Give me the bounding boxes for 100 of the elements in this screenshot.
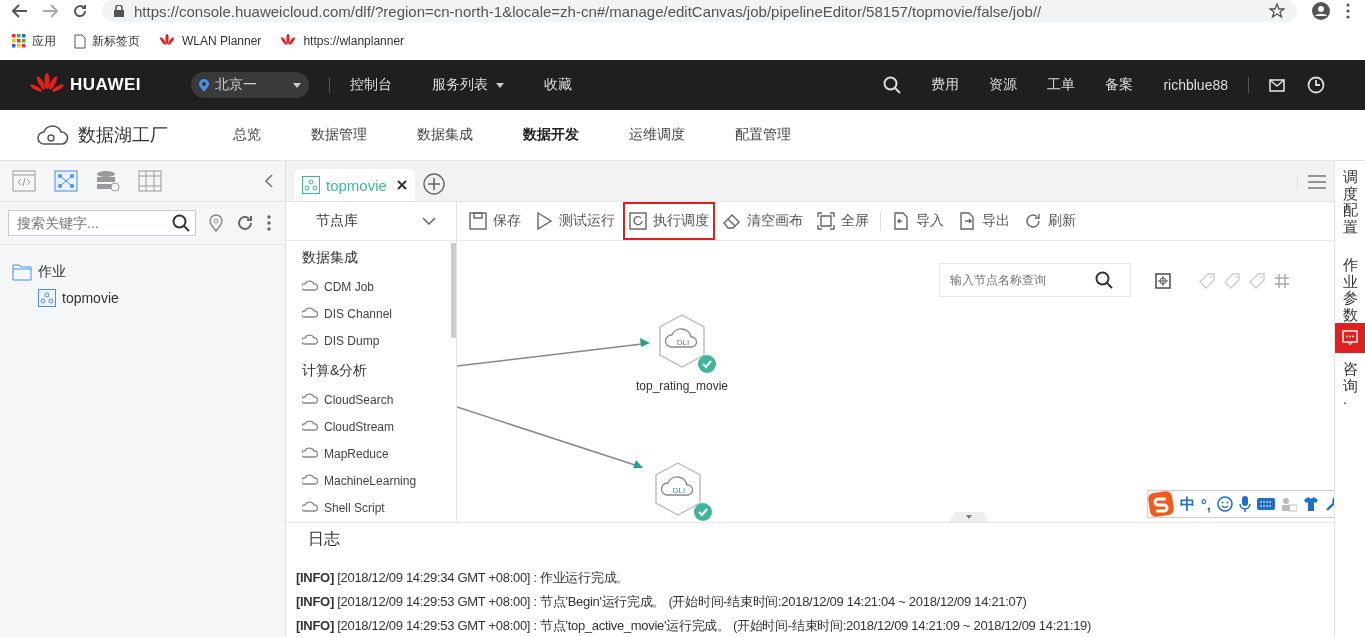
- add-tab-icon[interactable]: [422, 173, 445, 195]
- workflow-icon: [302, 176, 320, 194]
- node-type-item[interactable]: DIS Dump: [302, 327, 440, 354]
- toolbar-button[interactable]: 清空画布: [717, 202, 809, 240]
- toolbar-button[interactable]: 刷新: [1018, 202, 1082, 240]
- locate-icon[interactable]: [1155, 273, 1171, 289]
- product-tab[interactable]: 总览: [233, 126, 261, 144]
- bookmark[interactable]: WLAN Planner: [158, 34, 262, 48]
- node-search-field[interactable]: 输入节点名称查询: [939, 263, 1131, 297]
- header-nav-link[interactable]: 收藏: [544, 76, 572, 94]
- cloud-icon: [36, 123, 70, 147]
- more-icon[interactable]: [266, 215, 272, 231]
- node-type-icon: [302, 419, 318, 434]
- location-pin-icon[interactable]: [208, 214, 224, 232]
- toolbar-button[interactable]: 测试运行: [529, 202, 621, 240]
- node-type-icon: [302, 473, 318, 488]
- node-type-item[interactable]: CloudStream: [302, 413, 440, 440]
- node-library-dropdown[interactable]: 节点库: [286, 202, 456, 241]
- back-icon[interactable]: [12, 4, 28, 18]
- ime-logo-icon[interactable]: [1147, 491, 1174, 517]
- search-icon[interactable]: [883, 76, 902, 94]
- node-type-item[interactable]: Shell Script: [302, 494, 440, 521]
- star-icon[interactable]: [1269, 3, 1285, 19]
- database-icon[interactable]: [96, 170, 120, 192]
- schedule-icon: [629, 212, 647, 230]
- eraser-icon: [723, 212, 741, 230]
- flower-logo-icon: [158, 34, 176, 48]
- address-bar[interactable]: https://console.huaweicloud.com/dlf/?region=cn-north-1&locale=zh-cn#/manage/editCanvas/job/pipelineEditor/58157/topmovie/false/job//: [102, 0, 1297, 22]
- node-type-item[interactable]: CDM Job: [302, 273, 440, 300]
- group-title: 数据集成: [302, 249, 359, 267]
- header-nav-link[interactable]: 控制台: [350, 76, 392, 94]
- tree-folder[interactable]: 作业: [12, 259, 273, 285]
- node-type-item[interactable]: CloudSearch: [302, 386, 440, 413]
- product-tab[interactable]: 运维调度: [629, 126, 685, 144]
- export-icon: [958, 212, 976, 230]
- header-link[interactable]: 备案: [1105, 76, 1134, 94]
- caret-icon: [496, 82, 504, 88]
- side-tab[interactable]: 咨询·: [1342, 361, 1358, 411]
- lock-icon: [114, 5, 124, 17]
- search-field[interactable]: 搜索关键字...: [8, 210, 196, 236]
- dli-node[interactable]: DLI: [652, 461, 704, 517]
- profile-icon[interactable]: [1311, 1, 1331, 21]
- header-link[interactable]: 费用: [931, 76, 960, 94]
- chevron-down-icon: [422, 217, 436, 225]
- node-type-item[interactable]: DIS Channel: [302, 300, 440, 327]
- punctuation-toggle[interactable]: °,: [1200, 495, 1211, 513]
- toolbar-button[interactable]: 导入: [886, 202, 950, 240]
- smiley-icon[interactable]: [1217, 496, 1233, 512]
- toolbar-button[interactable]: 全屏: [811, 202, 875, 240]
- product-tab[interactable]: 配置管理: [735, 126, 791, 144]
- toolbar-button[interactable]: 保存: [463, 202, 527, 240]
- fullscreen-icon: [817, 212, 835, 230]
- header-link[interactable]: 资源: [989, 76, 1018, 94]
- chat-icon[interactable]: [1335, 323, 1365, 353]
- toolbar-button[interactable]: 执行调度: [623, 202, 715, 240]
- bookmark[interactable]: https://wlanplanner: [279, 34, 405, 48]
- header-link[interactable]: 工单: [1047, 76, 1076, 94]
- side-tab[interactable]: 作业参数: [1342, 257, 1358, 323]
- toolbar-button[interactable]: 导出: [952, 202, 1016, 240]
- caret-icon: [293, 82, 301, 88]
- close-icon[interactable]: [396, 180, 407, 190]
- input-mode-toggle[interactable]: 中: [1179, 494, 1195, 514]
- collapse-icon[interactable]: [265, 174, 273, 188]
- expand-handle[interactable]: [949, 512, 989, 522]
- refresh-icon[interactable]: [236, 214, 254, 232]
- huawei-logo[interactable]: HUAWEI: [30, 73, 141, 97]
- node-type-icon: [302, 500, 318, 515]
- mail-icon[interactable]: [1269, 78, 1285, 92]
- code-icon[interactable]: [12, 170, 36, 192]
- workflow-icon: [38, 289, 56, 307]
- header-nav-link[interactable]: 服务列表: [432, 76, 504, 94]
- search-icon[interactable]: [172, 214, 190, 232]
- product-title[interactable]: 数据湖工厂: [36, 123, 168, 147]
- microphone-icon[interactable]: [1239, 496, 1251, 512]
- reload-icon[interactable]: [72, 3, 88, 19]
- tree-item[interactable]: topmovie: [12, 285, 273, 311]
- menu-icon[interactable]: [1345, 2, 1351, 20]
- node-type-icon: [302, 392, 318, 407]
- product-tab[interactable]: 数据开发: [523, 126, 579, 144]
- log-line: [INFO] [2018/12/09 14:29:34 GMT +08:00] : 作业运行完成。: [296, 569, 630, 587]
- network-icon[interactable]: [54, 170, 78, 192]
- search-icon[interactable]: [1095, 271, 1113, 289]
- node-label: top_rating_movie: [635, 379, 729, 393]
- shirt-icon[interactable]: [1303, 496, 1319, 512]
- node-type-icon: [302, 279, 318, 294]
- clock-icon[interactable]: [1307, 76, 1325, 94]
- product-tab[interactable]: 数据管理: [311, 126, 367, 144]
- dli-node[interactable]: DLI: [656, 313, 708, 369]
- side-tab[interactable]: 调度配置: [1342, 169, 1358, 235]
- refresh-icon: [1024, 212, 1042, 230]
- user-name[interactable]: richblue88: [1163, 77, 1228, 93]
- location-pin-icon: [199, 78, 209, 92]
- node-type-icon: [302, 306, 318, 321]
- node-type-item[interactable]: MapReduce: [302, 440, 440, 467]
- region-select[interactable]: 北京一: [191, 72, 309, 98]
- product-tab[interactable]: 数据集成: [417, 126, 473, 144]
- bookmark[interactable]: 新标签页: [74, 32, 140, 50]
- log-title: 日志: [307, 529, 341, 549]
- bookmark[interactable]: 应用: [12, 32, 56, 50]
- node-type-item[interactable]: MachineLearning: [302, 467, 440, 494]
